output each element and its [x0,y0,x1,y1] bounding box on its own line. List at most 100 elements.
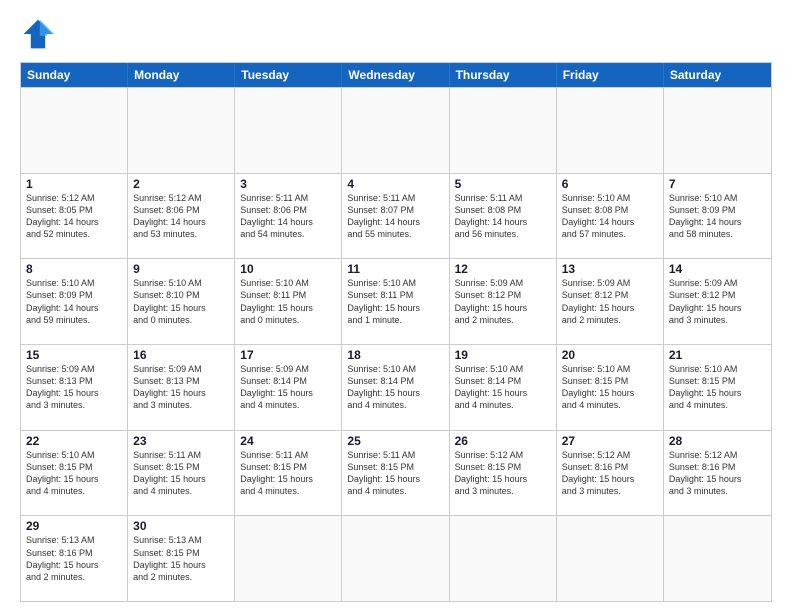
cell-info: Sunrise: 5:12 AM Sunset: 8:16 PM Dayligh… [669,450,742,496]
day-number: 25 [347,434,443,448]
cal-cell: 9 Sunrise: 5:10 AM Sunset: 8:10 PM Daylig… [128,259,235,344]
day-number: 20 [562,348,658,362]
cal-cell: 8Sunrise: 5:10 AM Sunset: 8:09 PM Daylig… [21,259,128,344]
day-number: 13 [562,262,658,276]
cell-info: Sunrise: 5:10 AM Sunset: 8:14 PM Dayligh… [347,364,420,410]
cell-info: Sunrise: 5:12 AM Sunset: 8:05 PM Dayligh… [26,193,99,239]
cell-info: Sunrise: 5:09 AM Sunset: 8:12 PM Dayligh… [455,278,528,324]
cal-cell: 17 Sunrise: 5:09 AM Sunset: 8:14 PM Dayli… [235,345,342,430]
header [20,16,772,52]
cal-cell: 14 Sunrise: 5:09 AM Sunset: 8:12 PM Dayli… [664,259,771,344]
day-number: 4 [347,177,443,191]
cal-cell [21,88,128,173]
cal-cell: 28 Sunrise: 5:12 AM Sunset: 8:16 PM Dayli… [664,431,771,516]
day-number: 12 [455,262,551,276]
cal-cell: 13Sunrise: 5:09 AM Sunset: 8:12 PM Dayli… [557,259,664,344]
cal-cell: 2 Sunrise: 5:12 AM Sunset: 8:06 PM Daylig… [128,174,235,259]
cell-info: Sunrise: 5:10 AM Sunset: 8:15 PM Dayligh… [669,364,742,410]
cal-cell: 10 Sunrise: 5:10 AM Sunset: 8:11 PM Dayli… [235,259,342,344]
cell-info: Sunrise: 5:09 AM Sunset: 8:14 PM Dayligh… [240,364,313,410]
calendar: SundayMondayTuesdayWednesdayThursdayFrid… [20,62,772,602]
day-number: 5 [455,177,551,191]
cell-info: Sunrise: 5:10 AM Sunset: 8:14 PM Dayligh… [455,364,528,410]
cell-info: Sunrise: 5:12 AM Sunset: 8:06 PM Dayligh… [133,193,206,239]
cell-info: Sunrise: 5:10 AM Sunset: 8:15 PM Dayligh… [26,450,99,496]
cal-cell: 21 Sunrise: 5:10 AM Sunset: 8:15 PM Dayli… [664,345,771,430]
cal-cell [557,88,664,173]
header-cell-sunday: Sunday [21,63,128,87]
day-number: 8 [26,262,122,276]
calendar-header-row: SundayMondayTuesdayWednesdayThursdayFrid… [21,63,771,87]
day-number: 10 [240,262,336,276]
cell-info: Sunrise: 5:09 AM Sunset: 8:12 PM Dayligh… [669,278,742,324]
calendar-row-5: 29Sunrise: 5:13 AM Sunset: 8:16 PM Dayli… [21,515,771,601]
cal-cell: 26 Sunrise: 5:12 AM Sunset: 8:15 PM Dayli… [450,431,557,516]
cal-cell: 6 Sunrise: 5:10 AM Sunset: 8:08 PM Daylig… [557,174,664,259]
calendar-row-4: 22Sunrise: 5:10 AM Sunset: 8:15 PM Dayli… [21,430,771,516]
day-number: 28 [669,434,766,448]
cell-info: Sunrise: 5:13 AM Sunset: 8:15 PM Dayligh… [133,535,206,581]
calendar-row-1: 1 Sunrise: 5:12 AM Sunset: 8:05 PM Daylig… [21,173,771,259]
cell-info: Sunrise: 5:12 AM Sunset: 8:15 PM Dayligh… [455,450,528,496]
cell-info: Sunrise: 5:13 AM Sunset: 8:16 PM Dayligh… [26,535,99,581]
day-number: 16 [133,348,229,362]
cal-cell: 29Sunrise: 5:13 AM Sunset: 8:16 PM Dayli… [21,516,128,601]
cal-cell [342,516,449,601]
cal-cell [128,88,235,173]
cell-info: Sunrise: 5:10 AM Sunset: 8:15 PM Dayligh… [562,364,635,410]
day-number: 1 [26,177,122,191]
cal-cell: 3 Sunrise: 5:11 AM Sunset: 8:06 PM Daylig… [235,174,342,259]
calendar-row-2: 8Sunrise: 5:10 AM Sunset: 8:09 PM Daylig… [21,258,771,344]
page: SundayMondayTuesdayWednesdayThursdayFrid… [0,0,792,612]
day-number: 26 [455,434,551,448]
cal-cell: 27 Sunrise: 5:12 AM Sunset: 8:16 PM Dayli… [557,431,664,516]
day-number: 24 [240,434,336,448]
day-number: 27 [562,434,658,448]
cell-info: Sunrise: 5:11 AM Sunset: 8:15 PM Dayligh… [240,450,313,496]
header-cell-saturday: Saturday [664,63,771,87]
cal-cell: 30 Sunrise: 5:13 AM Sunset: 8:15 PM Dayli… [128,516,235,601]
cell-info: Sunrise: 5:10 AM Sunset: 8:08 PM Dayligh… [562,193,635,239]
cal-cell: 5 Sunrise: 5:11 AM Sunset: 8:08 PM Daylig… [450,174,557,259]
cal-cell [342,88,449,173]
cell-info: Sunrise: 5:10 AM Sunset: 8:10 PM Dayligh… [133,278,206,324]
cal-cell: 4Sunrise: 5:11 AM Sunset: 8:07 PM Daylig… [342,174,449,259]
day-number: 6 [562,177,658,191]
cal-cell: 12 Sunrise: 5:09 AM Sunset: 8:12 PM Dayli… [450,259,557,344]
header-cell-monday: Monday [128,63,235,87]
cell-info: Sunrise: 5:10 AM Sunset: 8:11 PM Dayligh… [240,278,313,324]
day-number: 30 [133,519,229,533]
cell-info: Sunrise: 5:11 AM Sunset: 8:15 PM Dayligh… [133,450,206,496]
cal-cell: 11Sunrise: 5:10 AM Sunset: 8:11 PM Dayli… [342,259,449,344]
calendar-row-3: 15Sunrise: 5:09 AM Sunset: 8:13 PM Dayli… [21,344,771,430]
day-number: 18 [347,348,443,362]
day-number: 9 [133,262,229,276]
cal-cell: 20 Sunrise: 5:10 AM Sunset: 8:15 PM Dayli… [557,345,664,430]
header-cell-tuesday: Tuesday [235,63,342,87]
day-number: 3 [240,177,336,191]
logo-icon [20,16,56,52]
calendar-body: 1 Sunrise: 5:12 AM Sunset: 8:05 PM Daylig… [21,87,771,601]
cell-info: Sunrise: 5:10 AM Sunset: 8:11 PM Dayligh… [347,278,420,324]
cal-cell [450,88,557,173]
day-number: 17 [240,348,336,362]
cell-info: Sunrise: 5:11 AM Sunset: 8:06 PM Dayligh… [240,193,313,239]
cal-cell: 22Sunrise: 5:10 AM Sunset: 8:15 PM Dayli… [21,431,128,516]
cal-cell: 23 Sunrise: 5:11 AM Sunset: 8:15 PM Dayli… [128,431,235,516]
cal-cell: 7Sunrise: 5:10 AM Sunset: 8:09 PM Daylig… [664,174,771,259]
cell-info: Sunrise: 5:11 AM Sunset: 8:08 PM Dayligh… [455,193,528,239]
day-number: 23 [133,434,229,448]
cal-cell [450,516,557,601]
day-number: 19 [455,348,551,362]
day-number: 2 [133,177,229,191]
cal-cell: 15Sunrise: 5:09 AM Sunset: 8:13 PM Dayli… [21,345,128,430]
cal-cell [557,516,664,601]
cal-cell: 24 Sunrise: 5:11 AM Sunset: 8:15 PM Dayli… [235,431,342,516]
day-number: 21 [669,348,766,362]
cell-info: Sunrise: 5:12 AM Sunset: 8:16 PM Dayligh… [562,450,635,496]
cell-info: Sunrise: 5:11 AM Sunset: 8:15 PM Dayligh… [347,450,420,496]
cal-cell: 16Sunrise: 5:09 AM Sunset: 8:13 PM Dayli… [128,345,235,430]
cal-cell [664,516,771,601]
logo [20,16,62,52]
day-number: 14 [669,262,766,276]
